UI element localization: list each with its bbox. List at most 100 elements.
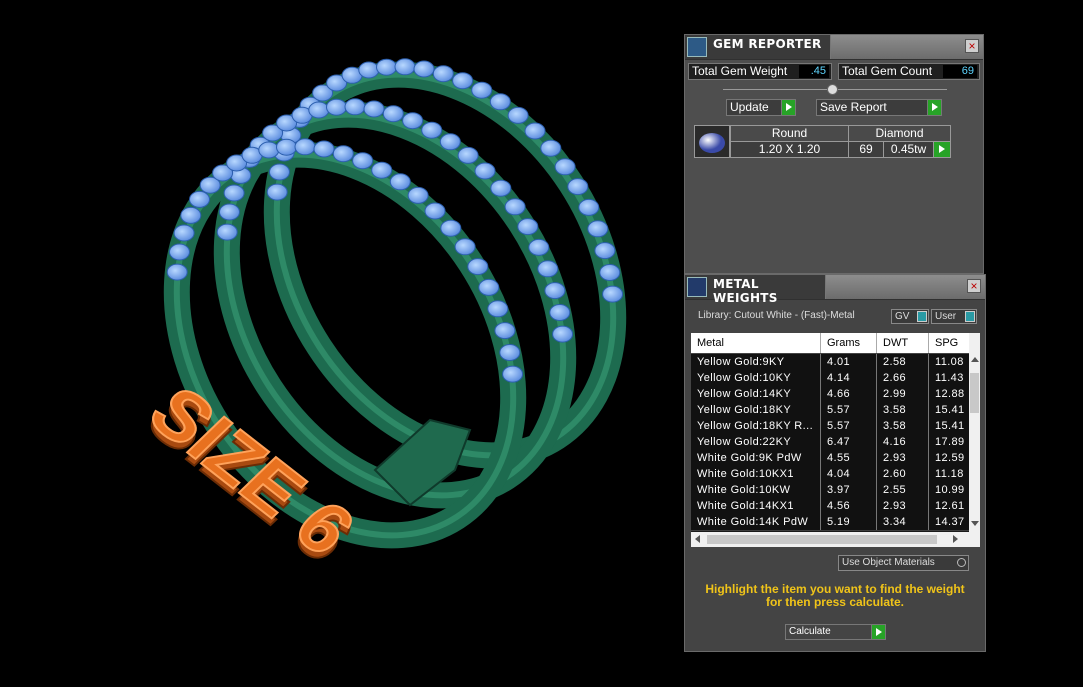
calculate-hint: Highlight the item you want to find the …: [690, 583, 980, 609]
gem-stone: [371, 161, 393, 179]
metal-dwt: 2.60: [877, 466, 929, 482]
metal-grams: 4.55: [821, 450, 877, 466]
use-object-materials-toggle[interactable]: Use Object Materials: [838, 555, 969, 571]
metal-weights-icon: [687, 277, 707, 297]
calculate-button[interactable]: Calculate: [785, 624, 886, 640]
vscroll-thumb[interactable]: [970, 373, 979, 413]
metal-dwt: 2.99: [877, 386, 929, 402]
total-gem-weight-field: Total Gem Weight .45: [688, 63, 832, 80]
metal-spg: 15.41: [929, 418, 969, 434]
save-report-button[interactable]: Save Report: [816, 99, 942, 116]
vscroll-up-icon[interactable]: [971, 357, 979, 362]
gem-stone: [471, 81, 493, 99]
gem-stone: [507, 106, 529, 124]
gem-stone: [439, 133, 461, 151]
metal-dwt: 2.93: [877, 498, 929, 514]
vscroll-down-icon[interactable]: [971, 521, 979, 526]
gem-stone: [407, 186, 429, 204]
gem-stone: [499, 344, 521, 361]
table-row[interactable]: Yellow Gold:22KY 6.47 4.16 17.89: [691, 434, 969, 451]
gem-stone: [376, 58, 397, 76]
hscroll-left-icon[interactable]: [695, 535, 700, 543]
table-row[interactable]: Yellow Gold:9KY 4.01 2.58 11.08: [691, 354, 969, 371]
hscroll-thumb[interactable]: [707, 535, 937, 544]
gem-stone: [352, 152, 374, 170]
table-row[interactable]: Yellow Gold:18KY R... 5.57 3.58 15.41: [691, 418, 969, 435]
metal-spg: 11.43: [929, 370, 969, 386]
col-grams[interactable]: Grams: [821, 333, 877, 353]
metal-grams: 4.04: [821, 466, 877, 482]
metal-weights-tab: METAL WEIGHTS: [685, 275, 826, 305]
update-button[interactable]: Update: [726, 99, 796, 116]
metal-grams: 4.14: [821, 370, 877, 386]
gem-count: 69: [848, 141, 884, 158]
col-dwt[interactable]: DWT: [877, 333, 929, 353]
metal-spg: 12.88: [929, 386, 969, 402]
metal-name: White Gold:10KX1: [691, 466, 821, 482]
gem-stone: [402, 112, 424, 130]
hint-line-2: for then press calculate.: [765, 595, 905, 609]
gem-reporter-title: GEM REPORTER: [713, 37, 822, 51]
metal-grams: 3.97: [821, 482, 877, 498]
gem-stone: [552, 325, 574, 343]
table-row[interactable]: White Gold:14KX1 4.56 2.93 12.61: [691, 498, 969, 515]
gv-label: GV: [895, 311, 910, 322]
gem-reporter-tab: GEM REPORTER: [685, 35, 831, 59]
library-label: Library: Cutout White - (Fast)-Metal: [698, 310, 855, 321]
metal-table-vscrollbar[interactable]: [969, 333, 980, 532]
metal-name: Yellow Gold:9KY: [691, 354, 821, 370]
gem-stone: [363, 100, 385, 118]
table-row[interactable]: White Gold:9K PdW 4.55 2.93 12.59: [691, 450, 969, 467]
metal-grams: 6.47: [821, 434, 877, 450]
metal-table-header: Metal Grams DWT SPG: [691, 333, 978, 353]
gem-stone: [358, 61, 380, 79]
metal-grams: 5.19: [821, 514, 877, 530]
gem-shape: Round: [730, 125, 849, 142]
metal-spg: 17.89: [929, 434, 969, 450]
gem-stone: [344, 98, 366, 116]
metal-dwt: 3.34: [877, 514, 929, 530]
gem-stone: [587, 220, 609, 238]
gem-stone: [504, 198, 526, 216]
metal-table-hscrollbar[interactable]: [691, 532, 969, 547]
metal-dwt: 4.16: [877, 434, 929, 450]
ring-viewport[interactable]: SIZE 6 SIZE 6: [0, 0, 680, 687]
metal-spg: 15.41: [929, 402, 969, 418]
gem-stone: [326, 98, 347, 116]
splitter-handle[interactable]: [827, 84, 838, 95]
metal-weights-titlebar[interactable]: METAL WEIGHTS ×: [685, 275, 985, 305]
gem-stone: [440, 219, 462, 237]
save-report-play-icon: [927, 100, 941, 115]
gem-select-button[interactable]: [933, 141, 951, 158]
gem-reporter-titlebar[interactable]: GEM REPORTER ×: [685, 35, 983, 60]
gem-stone: [413, 60, 435, 78]
gem-reporter-close-button[interactable]: ×: [965, 39, 979, 53]
gem-stone: [424, 202, 446, 220]
gem-stone: [219, 203, 240, 221]
table-row[interactable]: White Gold:10KX1 4.04 2.60 11.18: [691, 466, 969, 483]
gem-material: Diamond: [848, 125, 951, 142]
gem-stone: [528, 238, 550, 256]
metal-name: Yellow Gold:14KY: [691, 386, 821, 402]
metal-name: White Gold:14KX1: [691, 498, 821, 514]
table-row[interactable]: White Gold:14K PdW 5.19 3.34 14.37: [691, 514, 969, 531]
table-row[interactable]: Yellow Gold:10KY 4.14 2.66 11.43: [691, 370, 969, 387]
table-row[interactable]: White Gold:10KW 3.97 2.55 10.99: [691, 482, 969, 499]
gem-stone: [487, 300, 509, 318]
table-row[interactable]: Yellow Gold:18KY 5.57 3.58 15.41: [691, 402, 969, 419]
gem-thumbnail[interactable]: [694, 125, 730, 158]
gv-toggle[interactable]: GV: [891, 309, 929, 324]
metal-spg: 10.99: [929, 482, 969, 498]
use-object-materials-label: Use Object Materials: [842, 557, 935, 568]
update-label: Update: [730, 100, 769, 114]
metal-name: White Gold:10KW: [691, 482, 821, 498]
user-toggle[interactable]: User: [931, 309, 977, 324]
metal-weights-close-button[interactable]: ×: [967, 279, 981, 293]
gem-stone: [524, 122, 546, 140]
gem-weight: 0.45tw: [883, 141, 934, 158]
table-row[interactable]: Yellow Gold:14KY 4.66 2.99 12.88: [691, 386, 969, 403]
gem-size: 1.20 X 1.20: [730, 141, 849, 158]
col-metal[interactable]: Metal: [691, 333, 821, 353]
metal-name: White Gold:14K PdW: [691, 514, 821, 530]
hscroll-right-icon[interactable]: [953, 535, 958, 543]
